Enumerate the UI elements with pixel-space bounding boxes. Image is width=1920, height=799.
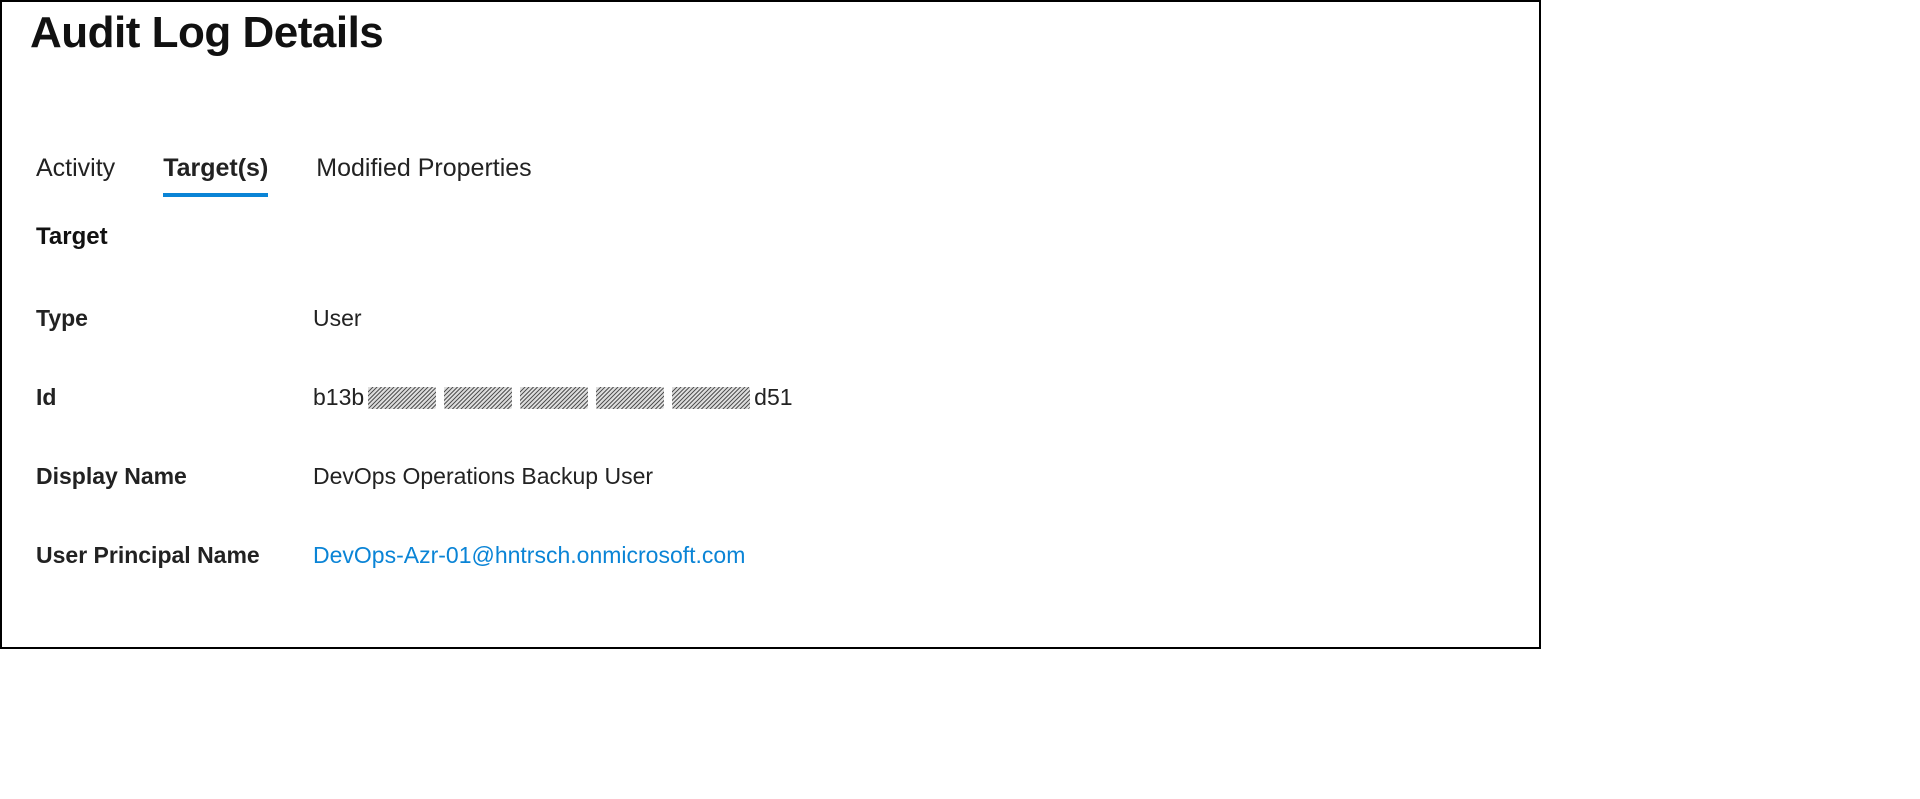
tab-activity[interactable]: Activity: [36, 154, 115, 195]
id-prefix: b13b: [313, 384, 364, 411]
redacted-segment: [520, 387, 588, 409]
section-heading-target: Target: [36, 223, 1539, 251]
redacted-segment: [444, 387, 512, 409]
page-title: Audit Log Details: [30, 8, 1539, 58]
value-id: b13b d51: [313, 384, 793, 411]
value-display-name: DevOps Operations Backup User: [313, 463, 653, 490]
row-id: Id b13b d51: [36, 384, 1539, 411]
label-id: Id: [36, 384, 313, 411]
label-display-name: Display Name: [36, 463, 313, 490]
row-type: Type User: [36, 305, 1539, 332]
value-type: User: [313, 305, 362, 332]
redacted-segment: [596, 387, 664, 409]
row-user-principal-name: User Principal Name DevOps-Azr-01@hntrsc…: [36, 542, 1539, 569]
tabs: Activity Target(s) Modified Properties: [36, 154, 1539, 195]
tab-modified-properties[interactable]: Modified Properties: [316, 154, 531, 195]
row-display-name: Display Name DevOps Operations Backup Us…: [36, 463, 1539, 490]
id-suffix: d51: [754, 384, 792, 411]
label-user-principal-name: User Principal Name: [36, 542, 313, 569]
value-user-principal-name[interactable]: DevOps-Azr-01@hntrsch.onmicrosoft.com: [313, 542, 745, 569]
label-type: Type: [36, 305, 313, 332]
redacted-segment: [672, 387, 750, 409]
redacted-segment: [368, 387, 436, 409]
tab-targets[interactable]: Target(s): [163, 154, 268, 195]
target-details: Type User Id b13b d51 Display Name DevOp…: [36, 305, 1539, 569]
audit-log-details-panel: Audit Log Details Activity Target(s) Mod…: [0, 0, 1541, 649]
